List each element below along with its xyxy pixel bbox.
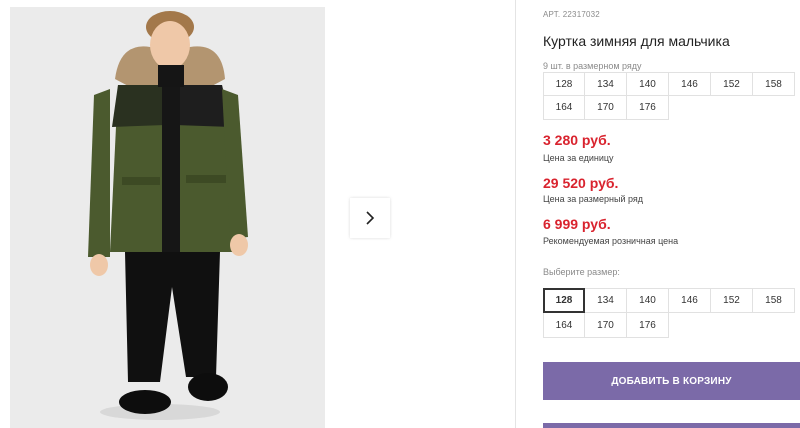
size-option[interactable]: 152 <box>711 288 753 313</box>
retail-price-label: Рекомендуемая розничная цена <box>543 236 679 246</box>
size-option[interactable]: 170 <box>585 313 627 338</box>
retail-price: 6 999 руб. <box>543 216 611 232</box>
add-to-cart-button[interactable]: ДОБАВИТЬ В КОРЗИНУ <box>543 362 800 400</box>
size-option[interactable]: 164 <box>543 313 585 338</box>
size-row-cell: 140 <box>627 72 669 96</box>
size-option[interactable]: 176 <box>627 313 669 338</box>
size-row-cell: 134 <box>585 72 627 96</box>
size-row-cell: 152 <box>711 72 753 96</box>
size-row-cell: 170 <box>585 96 627 120</box>
size-row-grid: 128 134 140 146 152 158 164 170 176 <box>543 72 800 120</box>
size-row-cell: 176 <box>627 96 669 120</box>
size-option-selected[interactable]: 128 <box>543 288 585 313</box>
size-row-cell: 128 <box>543 72 585 96</box>
size-option[interactable]: 140 <box>627 288 669 313</box>
column-divider <box>515 0 516 428</box>
unit-price-label: Цена за единицу <box>543 153 614 163</box>
article-number: АРТ. 22317032 <box>543 10 600 19</box>
unit-price: 3 280 руб. <box>543 132 611 148</box>
size-row-cell: 146 <box>669 72 711 96</box>
page-edge <box>0 0 10 428</box>
row-price-label: Цена за размерный ряд <box>543 194 644 204</box>
size-option[interactable]: 146 <box>669 288 711 313</box>
next-image-button[interactable] <box>350 198 390 238</box>
choose-size-label: Выберите размер: <box>543 267 620 277</box>
size-selector: 128 134 140 146 152 158 164 170 176 <box>543 288 800 338</box>
product-photo[interactable] <box>10 7 325 428</box>
row-price: 29 520 руб. <box>543 175 619 191</box>
product-info: АРТ. 22317032 Куртка зимняя для мальчика… <box>543 0 800 428</box>
chevron-right-icon <box>366 211 375 225</box>
product-title: Куртка зимняя для мальчика <box>543 33 730 49</box>
size-row-note: 9 шт. в размерном ряду <box>543 61 642 71</box>
size-option[interactable]: 134 <box>585 288 627 313</box>
size-option[interactable]: 158 <box>753 288 795 313</box>
secondary-action-button[interactable] <box>543 423 800 428</box>
size-row-cell: 158 <box>753 72 795 96</box>
size-row-cell: 164 <box>543 96 585 120</box>
